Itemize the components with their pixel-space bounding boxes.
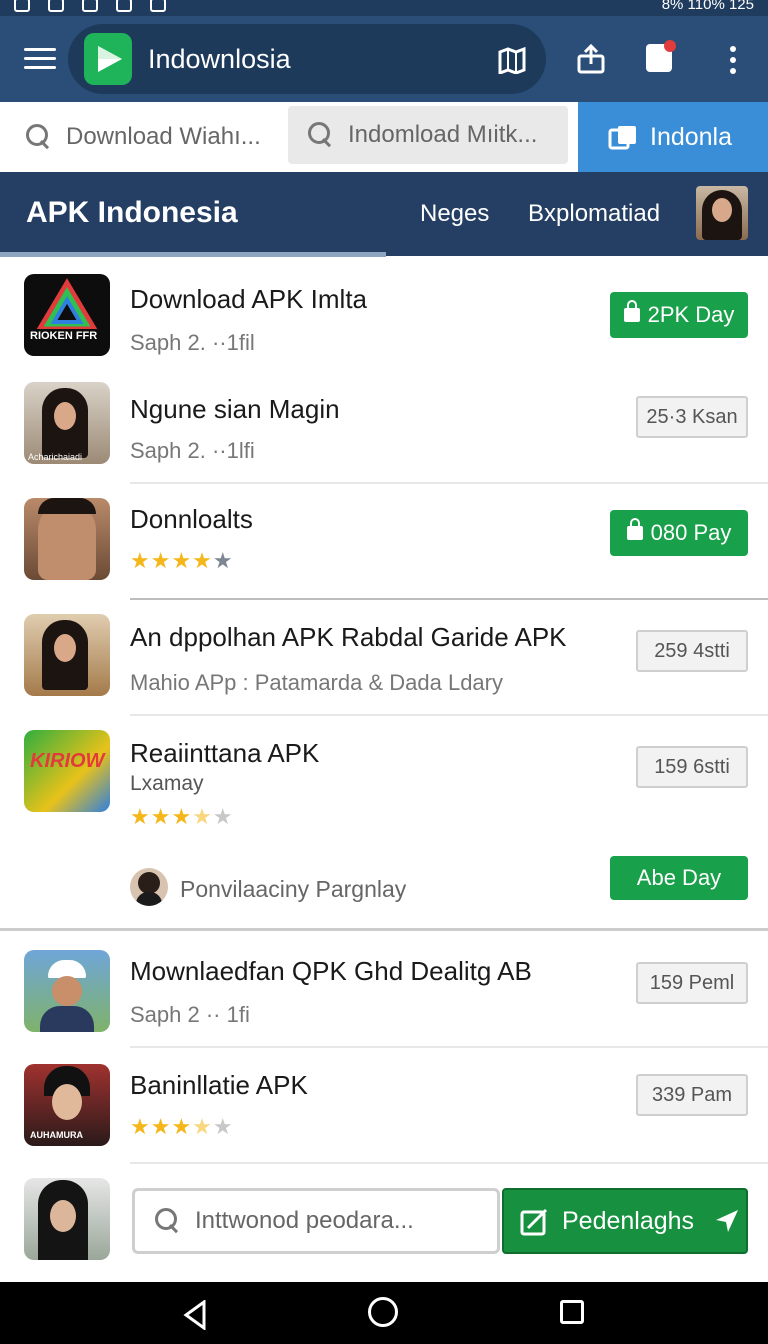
- section-title[interactable]: APK Indonesia: [26, 196, 238, 230]
- item-action-button[interactable]: 080 Pay: [610, 510, 748, 556]
- app-thumbnail: AUHAMURA: [24, 1064, 110, 1146]
- notification-icon: [116, 0, 132, 12]
- more-options-icon[interactable]: [730, 46, 738, 79]
- item-title: An dppolhan APK Rabdal Garide APK: [130, 622, 567, 652]
- search-field-2[interactable]: Indomload Mıitk...: [288, 106, 568, 164]
- nav-link-bxplomatiad[interactable]: Bxplomatiad: [528, 200, 660, 228]
- thumbnail-label: KIRIOW: [30, 750, 105, 772]
- notifications-icon[interactable]: [646, 40, 676, 72]
- search-icon: [308, 122, 334, 148]
- lock-icon: [626, 518, 643, 540]
- list-item[interactable]: Donnloalts ★★★★★ 080 Pay: [0, 484, 768, 600]
- menu-icon[interactable]: [24, 48, 56, 72]
- item-title: Donnloalts: [130, 504, 253, 534]
- avatar[interactable]: [696, 186, 748, 240]
- back-icon[interactable]: [182, 1300, 208, 1330]
- send-icon: [716, 1210, 739, 1232]
- app-logo-icon: [84, 33, 132, 85]
- item-title: Download APK Imlta: [130, 284, 368, 314]
- bottom-search-placeholder: Inttwonod peodara...: [195, 1207, 414, 1234]
- thumbnail-label: RIOKEN FFR: [30, 330, 98, 342]
- copy-icon: [608, 126, 636, 150]
- app-thumbnail: [24, 614, 110, 696]
- app-thumbnail: Acharichaiadi: [24, 382, 110, 464]
- edit-icon: [520, 1208, 548, 1236]
- bottom-action-label: Pedenlaghs: [562, 1206, 695, 1235]
- search-field-2-placeholder: Indomload Mıitk...: [348, 121, 538, 148]
- item-action-label: 080 Pay: [650, 520, 732, 545]
- item-action-button[interactable]: 159 6stti: [636, 746, 748, 788]
- thumbnail-label: Acharichaiadi: [28, 452, 83, 462]
- lock-icon: [623, 300, 640, 322]
- rating-stars: ★★★★★: [130, 548, 234, 573]
- app-title: Indownlosia: [148, 44, 291, 74]
- bottom-search-input[interactable]: Inttwonod peodara...: [132, 1188, 500, 1254]
- item-subtitle: Saph 2 ·· 1fi: [130, 1002, 250, 1027]
- section-nav: APK Indonesia Neges Bxplomatiad: [0, 172, 768, 257]
- app-thumbnail: [24, 498, 110, 580]
- notification-badge: [664, 40, 676, 52]
- notification-icon: [14, 0, 30, 12]
- divider: [130, 1162, 768, 1164]
- list-item[interactable]: AUHAMURA Baninllatie APK ★★★★★ 339 Pam: [0, 1048, 768, 1164]
- list-item[interactable]: RIOKEN FFR Download APK Imlta Saph 2. ··…: [0, 256, 768, 376]
- search-icon: [155, 1208, 181, 1234]
- app-thumbnail: RIOKEN FFR: [24, 274, 110, 356]
- search-icon: [26, 124, 52, 150]
- list-item[interactable]: Acharichaiadi Ngune sian Magin Saph 2. ·…: [0, 376, 768, 484]
- app-bar: Indownlosia: [0, 16, 768, 102]
- status-notification-icons: [14, 0, 166, 12]
- notification-icon: [48, 0, 64, 12]
- tab-indonla-label: Indonla: [650, 122, 733, 151]
- promo-text: Ponvilaaciny Pargnlay: [180, 876, 407, 902]
- item-title: Baninllatie APK: [130, 1070, 308, 1100]
- brand-pill[interactable]: Indownlosia: [68, 24, 546, 94]
- item-subtitle: Saph 2. ··1lfi: [130, 438, 255, 463]
- item-subtitle: Saph 2. ··1fil: [130, 330, 255, 355]
- promo-action-button[interactable]: Abe Day: [610, 856, 748, 900]
- recent-apps-icon[interactable]: [560, 1300, 584, 1324]
- item-title: Reaiinttana APK: [130, 738, 320, 768]
- item-subtitle: Mahio APp : Patamarda & Dada Ldary: [130, 670, 503, 695]
- notification-icon: [82, 0, 98, 12]
- tab-indonla[interactable]: Indonla: [578, 102, 768, 172]
- status-bar: 8% 110% 125: [0, 0, 768, 16]
- item-action-button[interactable]: 339 Pam: [636, 1074, 748, 1116]
- avatar: [130, 868, 168, 906]
- item-action-button[interactable]: 259 4stti: [636, 630, 748, 672]
- home-icon[interactable]: [368, 1297, 398, 1327]
- share-icon[interactable]: [576, 44, 606, 74]
- app-thumbnail: [24, 1178, 110, 1260]
- rating-stars: ★★★★★: [130, 1114, 234, 1139]
- notification-icon: [150, 0, 166, 12]
- item-action-button[interactable]: 159 Peml: [636, 962, 748, 1004]
- list-item[interactable]: Mownlaedfan QPK Ghd Dealitg AB Saph 2 ··…: [0, 932, 768, 1048]
- divider: [0, 928, 768, 931]
- item-title: Mownlaedfan QPK Ghd Dealitg AB: [130, 956, 532, 986]
- search-field-1-placeholder: Download Wiahı...: [66, 123, 261, 150]
- app-thumbnail: [24, 950, 110, 1032]
- rating-stars: ★★★★★: [130, 804, 234, 829]
- search-field-1[interactable]: Download Wiahı...: [0, 102, 284, 172]
- item-action-button[interactable]: 25·3 Ksan: [636, 396, 748, 438]
- map-icon[interactable]: [498, 46, 526, 74]
- status-text: 8% 110% 125: [661, 0, 754, 13]
- nav-link-neges[interactable]: Neges: [420, 200, 489, 228]
- thumbnail-label: AUHAMURA: [30, 1130, 83, 1140]
- item-subtitle: Lxamay: [130, 772, 204, 795]
- search-row: Download Wiahı... Indomload Mıitk... Ind…: [0, 102, 768, 172]
- system-nav-bar: [0, 1282, 768, 1344]
- item-title: Ngune sian Magin: [130, 394, 340, 424]
- item-action-label: 2PK Day: [647, 302, 735, 327]
- bottom-action-button[interactable]: Pedenlaghs: [502, 1188, 748, 1254]
- list-item[interactable]: KIRIOW Reaiinttana APK Lxamay ★★★★★ 159 …: [0, 716, 768, 931]
- list-item[interactable]: An dppolhan APK Rabdal Garide APK Mahio …: [0, 600, 768, 716]
- app-thumbnail: KIRIOW: [24, 730, 110, 812]
- item-action-button[interactable]: 2PK Day: [610, 292, 748, 338]
- status-right: 8% 110% 125: [662, 0, 754, 13]
